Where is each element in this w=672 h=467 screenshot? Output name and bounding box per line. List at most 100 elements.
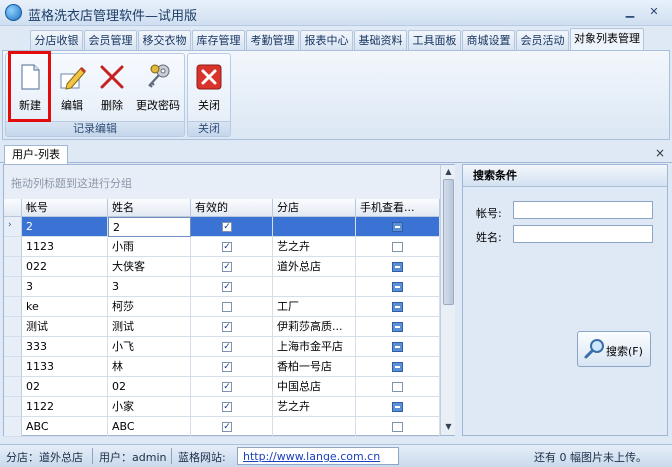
cell-account[interactable]: 02 <box>22 377 108 397</box>
row-indicator[interactable] <box>4 237 22 257</box>
cell-account[interactable]: ke <box>22 297 108 317</box>
valid-checkbox[interactable]: ✓ <box>222 342 232 352</box>
cell-store[interactable]: 道外总店 <box>273 257 356 277</box>
cell-store[interactable]: 艺之卉 <box>273 397 356 417</box>
cell-account[interactable]: 3 <box>22 277 108 297</box>
row-indicator[interactable]: › <box>4 217 22 237</box>
row-indicator[interactable] <box>4 397 22 417</box>
tab-transfer-clothes[interactable]: 移交衣物 <box>138 30 191 50</box>
cell-store[interactable]: 中国总店 <box>273 377 356 397</box>
cell-name[interactable]: ABC <box>108 417 191 437</box>
mobile-view-checkbox[interactable] <box>392 262 403 272</box>
user-list-tab[interactable]: 用户-列表 <box>4 145 68 164</box>
cell-valid[interactable] <box>191 297 273 317</box>
row-indicator[interactable] <box>4 297 22 317</box>
account-input[interactable] <box>513 201 653 219</box>
tab-member-activity[interactable]: 会员活动 <box>516 30 569 50</box>
table-row[interactable]: 022 大侠客 ✓ 道外总店 <box>4 257 440 277</box>
row-indicator[interactable] <box>4 277 22 297</box>
cell-name[interactable]: 大侠客 <box>108 257 191 277</box>
table-row[interactable]: 1122 小家 ✓ 艺之卉 <box>4 397 440 417</box>
cell-store[interactable]: 工厂 <box>273 297 356 317</box>
table-row[interactable]: 1133 林 ✓ 香柏一号店 <box>4 357 440 377</box>
row-indicator[interactable] <box>4 377 22 397</box>
valid-checkbox[interactable]: ✓ <box>222 282 232 292</box>
close-window-icon[interactable]: ✕ <box>646 5 662 19</box>
grid-vertical-scrollbar[interactable]: ▲ ▼ <box>440 165 455 435</box>
website-link[interactable]: http://www.lange.com.cn <box>237 447 399 465</box>
tab-object-list[interactable]: 对象列表管理 <box>570 28 644 50</box>
valid-checkbox[interactable]: ✓ <box>222 222 232 232</box>
table-row[interactable]: 02 02 ✓ 中国总店 <box>4 377 440 397</box>
minimize-icon[interactable]: ▁ <box>622 5 638 19</box>
cell-name[interactable]: 测试 <box>108 317 191 337</box>
cell-account[interactable]: 测试 <box>22 317 108 337</box>
cell-account[interactable]: 1122 <box>22 397 108 417</box>
name-input[interactable] <box>513 225 653 243</box>
cell-store[interactable] <box>273 417 356 437</box>
scroll-up-icon[interactable]: ▲ <box>443 166 454 178</box>
row-indicator[interactable] <box>4 257 22 277</box>
cell-valid[interactable]: ✓ <box>191 237 273 257</box>
cell-mobile-view[interactable] <box>356 417 440 437</box>
cell-mobile-view[interactable] <box>356 357 440 377</box>
website-url[interactable]: http://www.lange.com.cn <box>243 450 380 463</box>
cell-store[interactable]: 艺之卉 <box>273 237 356 257</box>
cell-valid[interactable]: ✓ <box>191 317 273 337</box>
cell-valid[interactable]: ✓ <box>191 357 273 377</box>
edit-button[interactable]: 编辑 <box>52 56 92 120</box>
valid-checkbox[interactable]: ✓ <box>222 422 232 432</box>
table-row[interactable]: 1123 小雨 ✓ 艺之卉 <box>4 237 440 257</box>
cell-valid[interactable]: ✓ <box>191 217 273 237</box>
mobile-view-checkbox[interactable] <box>392 222 403 232</box>
table-row[interactable]: ABC ABC ✓ <box>4 417 440 437</box>
mobile-view-checkbox[interactable] <box>392 242 403 252</box>
cell-mobile-view[interactable] <box>356 297 440 317</box>
cell-valid[interactable]: ✓ <box>191 377 273 397</box>
cell-valid[interactable]: ✓ <box>191 417 273 437</box>
valid-checkbox[interactable]: ✓ <box>222 362 232 372</box>
mobile-view-checkbox[interactable] <box>392 382 403 392</box>
group-by-area[interactable]: 拖动列标题到这进行分组 <box>4 165 440 199</box>
tab-reports[interactable]: 报表中心 <box>300 30 353 50</box>
tab-tools[interactable]: 工具面板 <box>408 30 461 50</box>
table-row[interactable]: 测试 测试 ✓ 伊莉莎高质... <box>4 317 440 337</box>
cell-valid[interactable]: ✓ <box>191 337 273 357</box>
cell-name[interactable]: 林 <box>108 357 191 377</box>
change-password-button[interactable]: 更改密码 <box>132 56 184 120</box>
cell-mobile-view[interactable] <box>356 397 440 417</box>
cell-account[interactable]: 022 <box>22 257 108 277</box>
cell-store[interactable] <box>273 217 356 237</box>
scroll-thumb[interactable] <box>443 179 454 305</box>
mobile-view-checkbox[interactable] <box>392 322 403 332</box>
cell-valid[interactable]: ✓ <box>191 277 273 297</box>
cell-name[interactable]: 柯莎 <box>108 297 191 317</box>
mobile-view-checkbox[interactable] <box>392 402 403 412</box>
mobile-view-checkbox[interactable] <box>392 282 403 292</box>
column-mobile-view[interactable]: 手机查看... <box>356 199 440 217</box>
mobile-view-checkbox[interactable] <box>392 302 403 312</box>
cell-valid[interactable]: ✓ <box>191 397 273 417</box>
cell-valid[interactable]: ✓ <box>191 257 273 277</box>
cell-mobile-view[interactable] <box>356 317 440 337</box>
tab-basic-data[interactable]: 基础资料 <box>354 30 407 50</box>
cell-account[interactable]: 2 <box>22 217 108 237</box>
tab-member-management[interactable]: 会员管理 <box>84 30 137 50</box>
delete-button[interactable]: 删除 <box>92 56 132 120</box>
cell-name[interactable]: 3 <box>108 277 191 297</box>
cell-mobile-view[interactable] <box>356 257 440 277</box>
cell-name[interactable]: 小家 <box>108 397 191 417</box>
row-indicator[interactable] <box>4 417 22 437</box>
table-row[interactable]: › 2 2 ✓ <box>4 217 440 237</box>
cell-account[interactable]: 333 <box>22 337 108 357</box>
cell-store[interactable]: 上海市金平店 <box>273 337 356 357</box>
column-name[interactable]: 姓名 <box>108 199 191 217</box>
cell-account[interactable]: 1133 <box>22 357 108 377</box>
tab-mall-settings[interactable]: 商城设置 <box>462 30 515 50</box>
cell-mobile-view[interactable] <box>356 277 440 297</box>
valid-checkbox[interactable]: ✓ <box>222 262 232 272</box>
table-row[interactable]: 3 3 ✓ <box>4 277 440 297</box>
valid-checkbox[interactable] <box>222 302 232 312</box>
tab-attendance[interactable]: 考勤管理 <box>246 30 299 50</box>
mobile-view-checkbox[interactable] <box>392 422 403 432</box>
